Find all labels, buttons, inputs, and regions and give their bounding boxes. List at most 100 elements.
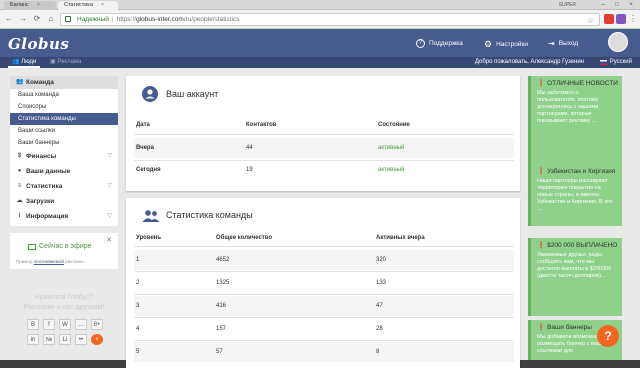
news-card[interactable]: ❗ Узбекистан и Киргизия Наши партнеры рас…	[528, 164, 622, 226]
social-twitter-icon[interactable]: …	[75, 319, 87, 330]
social-odnoklassniki-icon[interactable]: №	[43, 334, 55, 345]
forward-icon[interactable]: →	[18, 14, 28, 24]
sidebar-item-team-stats[interactable]: Статистика команды	[10, 113, 118, 125]
monitor-icon	[28, 243, 36, 250]
logo[interactable]: Globus	[8, 35, 69, 53]
share-block: Нравится Глобус? Расскажи о нас друзьям!	[10, 293, 118, 313]
tab-ads[interactable]: ▣ Реклама	[46, 57, 85, 68]
row-active: 47	[376, 303, 383, 309]
bookmark-star-icon[interactable]: ☆	[587, 15, 594, 27]
support-link[interactable]: ? Поддержка	[416, 39, 463, 48]
sidebar-label: Загрузки	[26, 198, 55, 205]
sidebar-label: Статистика	[26, 183, 63, 190]
minimize-icon[interactable]: –	[596, 0, 610, 10]
url-path: /ru/people/statistics	[183, 16, 240, 23]
sidebar-item-your-team[interactable]: Ваша команда	[10, 89, 118, 101]
row-level: 5	[136, 349, 140, 355]
social-facebook-icon[interactable]: f	[43, 319, 55, 330]
welcome-text: Добро пожаловать, Александр Гузенин	[474, 59, 584, 65]
divider	[134, 340, 514, 341]
chevron-down-icon: ▽	[107, 183, 112, 189]
tab-statistics[interactable]: Статистика ×	[58, 1, 118, 10]
back-icon[interactable]: ←	[4, 14, 14, 24]
row-state: активный	[378, 145, 405, 151]
tab-balance[interactable]: Баланс ×	[4, 1, 56, 10]
sidebar-item-downloads[interactable]: ☁ Загрузки	[10, 194, 118, 209]
row-active: 320	[376, 257, 387, 263]
sidebar-item-your-data[interactable]: ● Ваши данные	[10, 164, 118, 179]
flag-icon	[599, 60, 607, 65]
sidebar-item-your-banners[interactable]: Ваши баннеры	[10, 137, 118, 149]
maximize-icon[interactable]: □	[610, 0, 624, 10]
chevron-down-icon: ▽	[107, 153, 112, 159]
news-title-text: ОТЛИЧНЫЕ НОВОСТИ	[547, 80, 618, 87]
col-state: Состояние	[378, 122, 410, 128]
extension-icon[interactable]	[604, 14, 614, 24]
url-input[interactable]: Надежный | https://globus-inter.com/ru/peo…	[60, 13, 600, 26]
people-icon: 👥	[12, 59, 20, 65]
close-icon[interactable]: ×	[37, 2, 40, 8]
close-window-icon[interactable]: ×	[624, 0, 638, 10]
content-area: 👥 Команда Ваша команда Спонсоры Статистик…	[0, 68, 640, 368]
on-air-widget: Сейчас в эфире ✕ Пример оплачиваемой рек…	[10, 233, 118, 269]
news-title-text: $200 000 ВЫПЛАЧЕНО	[547, 242, 618, 249]
sidebar-item-sponsors[interactable]: Спонсоры	[10, 101, 118, 113]
social-liveinternet-icon[interactable]: Li	[59, 334, 71, 345]
row-level: 4	[136, 326, 140, 332]
settings-link[interactable]: ⚙ Настройки	[484, 39, 528, 50]
close-icon[interactable]: ×	[101, 2, 104, 8]
sidebar-team-head[interactable]: 👥 Команда	[10, 76, 118, 89]
language-selector[interactable]: Русский	[599, 57, 632, 68]
social-vk-icon[interactable]: B	[27, 319, 39, 330]
news-card[interactable]: ❗ $200 000 ВЫПЛАЧЕНО Уважаемые друзья, ра…	[528, 238, 622, 316]
secure-label: Надежный	[77, 16, 109, 23]
on-air-title[interactable]: Сейчас в эфире	[28, 243, 92, 250]
row-level: 1	[136, 257, 140, 263]
avatar[interactable]	[608, 32, 628, 52]
paid-ads-link[interactable]: оплачиваемой	[34, 259, 64, 264]
alert-icon: ❗	[537, 168, 546, 175]
cloud-icon: ☁	[16, 198, 23, 204]
table-row-bg	[134, 250, 514, 270]
social-googleplus-icon[interactable]: 8+	[91, 319, 103, 330]
sidebar-item-finance[interactable]: $ Финансы ▽	[10, 149, 118, 164]
sidebar-item-info[interactable]: i Информация ▽	[10, 209, 118, 224]
logout-link[interactable]: ⇥ Выход	[548, 39, 578, 48]
divider	[134, 317, 514, 318]
social-more-icon[interactable]: +	[91, 334, 103, 345]
browser-tab-strip: Баланс × Статистика × SUPER – □ ×	[0, 0, 640, 10]
table-row-bg	[134, 296, 514, 316]
sidebar-label: Финансы	[26, 153, 57, 160]
row-level: 2	[136, 280, 140, 286]
row-total: 4652	[216, 257, 230, 263]
social-livejournal-icon[interactable]: W	[59, 319, 71, 330]
news-title-text: Ваши баннеры	[547, 324, 592, 331]
tab-people[interactable]: 👥 Люди	[8, 57, 41, 68]
account-title: Ваш аккаунт	[166, 89, 219, 99]
social-linkedin-icon[interactable]: in	[27, 334, 39, 345]
sub-navigation: 👥 Люди ▣ Реклама Добро пожаловать, Алекс…	[0, 57, 640, 68]
news-body: Наши партнеры расширяют территорию покры…	[537, 178, 613, 212]
team-icon	[142, 210, 160, 222]
info-icon: i	[18, 213, 21, 219]
col-total: Общее количество	[216, 235, 273, 241]
menu-icon[interactable]: ⋮	[628, 14, 638, 24]
reload-icon[interactable]: ⟳	[32, 14, 42, 24]
news-card[interactable]: ❗ ОТЛИЧНЫЕ НОВОСТИ Мы заботимся о пользов…	[528, 76, 622, 166]
row-total: 157	[216, 326, 227, 332]
row-active: 133	[376, 280, 387, 286]
share-question: Нравится Глобус?	[34, 294, 94, 301]
row-total: 57	[216, 349, 223, 355]
tab-label: Статистика	[64, 2, 93, 8]
site-header: Globus ? Поддержка ⚙ Настройки ⇥ Выход	[0, 29, 640, 57]
social-mail-icon[interactable]: ••	[75, 334, 87, 345]
extension-icon[interactable]	[616, 14, 626, 24]
home-icon[interactable]: ⌂	[46, 14, 56, 24]
on-air-label: Сейчас в эфире	[39, 243, 92, 250]
close-icon[interactable]: ✕	[106, 236, 112, 244]
row-active: 28	[376, 326, 383, 332]
question-icon: ?	[416, 39, 425, 48]
sidebar-item-your-links[interactable]: Ваши ссылки	[10, 125, 118, 137]
sidebar-item-statistics[interactable]: ≡ Статистика ▽	[10, 179, 118, 194]
help-button[interactable]: ?	[597, 325, 619, 347]
